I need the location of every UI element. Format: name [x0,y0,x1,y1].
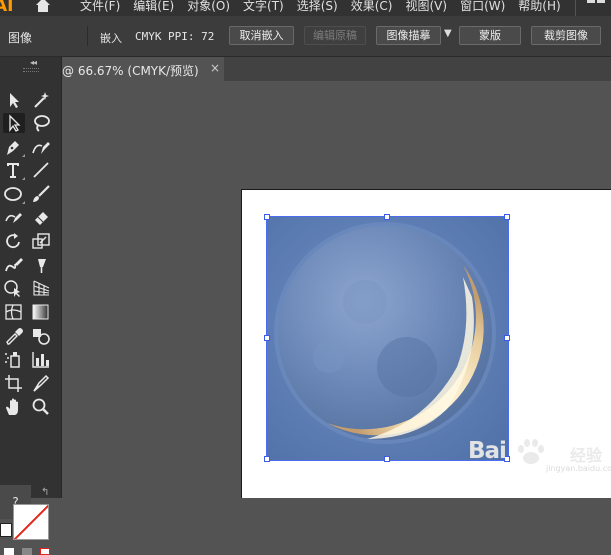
selection-tool-icon[interactable] [3,90,25,110]
control-bar: 图像 嵌入 CMYK PPI: 72 取消嵌入 编辑原稿 图像描摹 ▼ 蒙版 裁… [0,16,611,57]
menu-bar: AI 文件(F) 编辑(E) 对象(O) 文字(T) 选择(S) 效果(C) 视… [0,0,611,16]
selection-type-label: 图像 [8,31,33,45]
pen-tool-icon[interactable] [3,137,25,157]
scale-tool-icon[interactable] [30,231,52,251]
main-menu: 文件(F) 编辑(E) 对象(O) 文字(T) 选择(S) 效果(C) 视图(V… [80,0,574,14]
direct-selection-tool-icon[interactable] [3,113,25,133]
none-button[interactable] [40,548,50,555]
color-button[interactable] [4,548,14,555]
menu-file[interactable]: 文件(F) [80,0,120,14]
ppi-label: PPI: 72 [168,30,215,43]
collapse-panel-icon[interactable]: ◂◂ [30,58,37,67]
resize-handle[interactable] [504,214,510,220]
menu-type[interactable]: 文字(T) [243,0,284,14]
artboard-tool-icon[interactable] [3,373,25,393]
menu-effect[interactable]: 效果(C) [351,0,393,14]
curvature-tool-icon[interactable] [30,137,52,157]
menu-edit[interactable]: 编辑(E) [133,0,174,14]
line-segment-tool-icon[interactable] [30,160,52,180]
fill-color-swatch[interactable] [0,523,12,537]
column-graph-tool-icon[interactable] [30,349,52,369]
eraser-tool-icon[interactable] [30,207,52,227]
menu-window[interactable]: 窗口(W) [460,0,505,14]
blend-tool-icon[interactable] [30,326,52,346]
image-trace-button[interactable]: 图像描摹 [376,26,441,45]
shape-builder-tool-icon[interactable] [3,278,25,298]
shaper-tool-icon[interactable] [3,207,25,227]
eyedropper-tool-icon[interactable] [3,326,25,346]
gradient-tool-icon[interactable] [30,302,52,322]
type-tool-icon[interactable] [3,160,25,180]
swap-fill-stroke-icon[interactable]: ↰ [41,487,49,498]
baidu-jingyan-watermark: Bai 经验 jingyan.baidu.com [468,436,611,476]
crop-image-button[interactable]: 裁剪图像 [531,26,601,45]
unembed-button[interactable]: 取消嵌入 [229,26,294,45]
warp-tool-icon[interactable] [3,255,25,275]
panel-grip[interactable] [23,68,39,72]
menu-view[interactable]: 视图(V) [405,0,447,14]
none-slash [14,505,48,539]
lasso-tool-icon[interactable] [30,113,52,133]
paintbrush-tool-icon[interactable] [30,184,52,204]
menu-object[interactable]: 对象(O) [187,0,230,14]
edit-original-button[interactable]: 编辑原稿 [304,26,366,45]
home-icon[interactable] [33,0,53,14]
perspective-grid-tool-icon[interactable] [30,278,52,298]
document-tab-bar: @ 66.67% (CMYK/预览) × [62,57,611,81]
control-divider [87,26,88,46]
magic-wand-tool-icon[interactable] [30,90,52,110]
ellipse-tool-icon[interactable] [3,184,25,204]
mask-button[interactable]: 蒙版 [459,26,521,45]
placed-image-moon[interactable] [264,214,510,462]
color-mode-label: CMYK [135,30,162,43]
gradient-button[interactable] [22,548,32,555]
workspace-switcher-icon[interactable] [587,0,605,11]
hand-tool-icon[interactable] [3,397,25,417]
menu-divider [575,0,576,16]
watermark-brand-cn: 经验 [570,446,603,465]
document-tab[interactable]: @ 66.67% (CMYK/预览) × [62,57,224,81]
menu-select[interactable]: 选择(S) [297,0,338,14]
color-mode-buttons [0,545,61,555]
resize-handle[interactable] [264,456,270,462]
free-transform-tool-icon[interactable] [30,255,52,275]
symbol-sprayer-tool-icon[interactable] [3,349,25,369]
embed-label: 嵌入 [100,32,122,45]
tools-panel: ◂◂ ? ↰ [0,57,62,555]
slice-tool-icon[interactable] [30,373,52,393]
watermark-url: jingyan.baidu.com [546,464,611,473]
rotate-tool-icon[interactable] [3,231,25,251]
document-tab-title[interactable]: @ 66.67% (CMYK/预览) [62,62,199,79]
app-logo: AI [0,0,14,16]
menu-help[interactable]: 帮助(H) [518,0,560,14]
stroke-color-swatch[interactable] [13,504,49,540]
resize-handle[interactable] [264,214,270,220]
resize-handle[interactable] [504,335,510,341]
resize-handle[interactable] [384,214,390,220]
paw-logo-icon [518,439,544,464]
trace-presets-chevron-down-icon[interactable]: ▼ [444,28,452,39]
resize-handle[interactable] [384,456,390,462]
mesh-tool-icon[interactable] [3,302,25,322]
close-tab-icon[interactable]: × [210,61,220,75]
watermark-brand: Bai [468,438,507,464]
zoom-tool-icon[interactable] [30,397,52,417]
resize-handle[interactable] [264,335,270,341]
